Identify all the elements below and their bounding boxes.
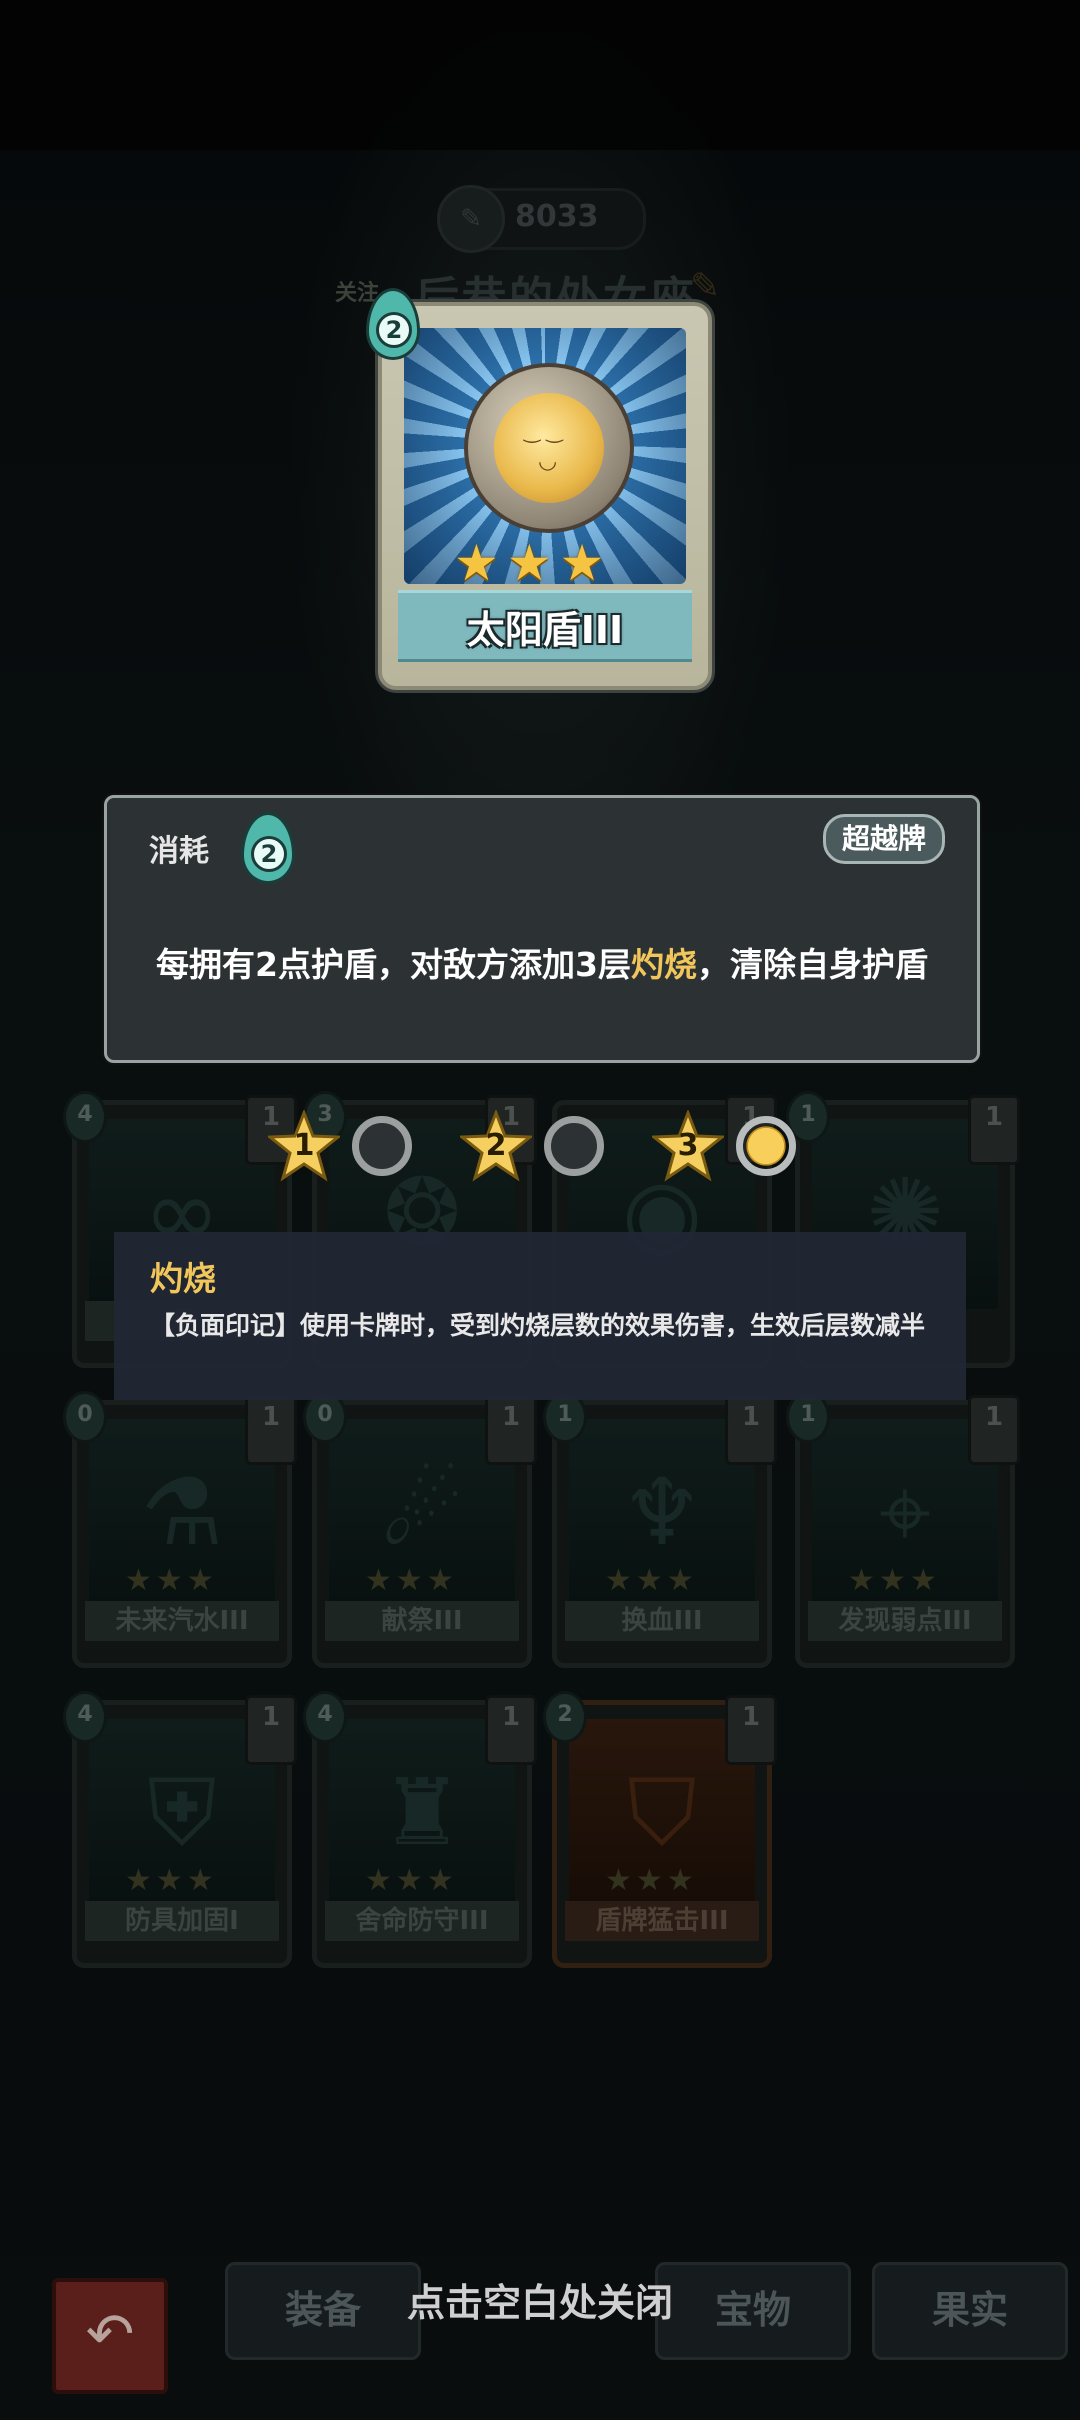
keyword-highlight[interactable]: 灼烧 bbox=[631, 945, 697, 984]
tooltip-text: 【负面印记】使用卡牌时，受到灼烧层数的效果伤害，生效后层数减半 bbox=[150, 1311, 926, 1340]
sun-face-icon bbox=[494, 393, 604, 503]
level-ring-3-active bbox=[736, 1116, 796, 1176]
star-icon: ★ bbox=[559, 534, 605, 592]
upgrade-track: 1 2 3 bbox=[265, 1108, 808, 1192]
star-icon: ★ bbox=[454, 534, 499, 592]
cost-value: 2 bbox=[376, 312, 412, 348]
level-star-1[interactable]: 1 bbox=[265, 1108, 343, 1182]
cost-label: 消耗 bbox=[149, 834, 209, 869]
level-ring-1 bbox=[352, 1116, 412, 1176]
cost-badge: 2 bbox=[237, 812, 295, 884]
card-description-panel: 消耗 2 超越牌 每拥有2点护盾，对敌方添加3层灼烧，清除自身护盾 bbox=[104, 795, 980, 1063]
card-effect-text: 每拥有2点护盾，对敌方添加3层灼烧，清除自身护盾 bbox=[156, 945, 928, 984]
featured-card: ★ ★ ★ 太阳盾III bbox=[378, 302, 712, 690]
level-star-2[interactable]: 2 bbox=[457, 1108, 535, 1182]
card-type-tag: 超越牌 bbox=[822, 814, 945, 864]
close-hint: 点击空白处关闭 bbox=[406, 2281, 673, 2325]
card-stars: ★ ★ ★ bbox=[454, 538, 604, 588]
level-star-3[interactable]: 3 bbox=[649, 1108, 727, 1182]
sun-shield-icon bbox=[464, 363, 634, 533]
star-icon: ★ bbox=[506, 534, 552, 592]
level-ring-2 bbox=[544, 1116, 604, 1176]
card-name: 太阳盾III bbox=[466, 607, 624, 652]
card-cost-badge: 2 bbox=[362, 288, 420, 360]
card-name-banner: 太阳盾III bbox=[398, 590, 692, 662]
cost-value: 2 bbox=[251, 836, 287, 872]
keyword-tooltip: 灼烧 【负面印记】使用卡牌时，受到灼烧层数的效果伤害，生效后层数减半 bbox=[114, 1232, 966, 1400]
tooltip-title: 灼烧 bbox=[150, 1259, 216, 1298]
